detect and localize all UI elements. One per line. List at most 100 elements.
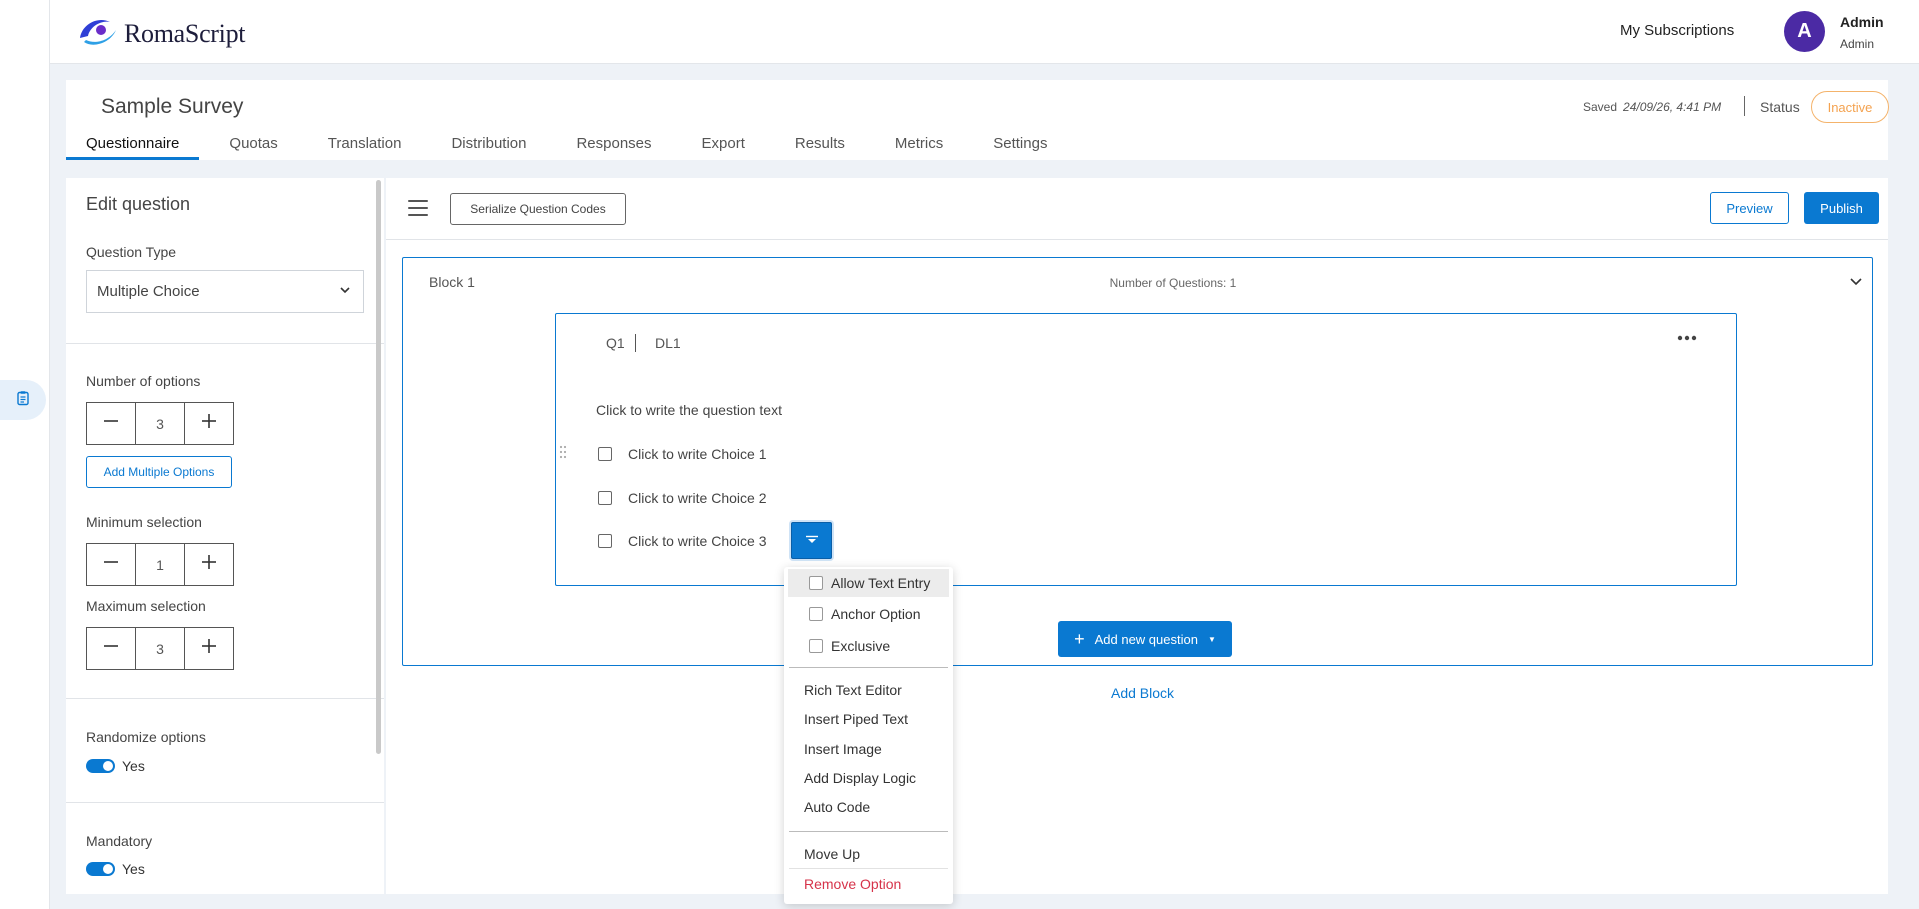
avatar[interactable]: A [1784, 11, 1825, 52]
plus-icon: + [1074, 629, 1085, 649]
menu-icon[interactable] [408, 200, 428, 218]
survey-tabs: Questionnaire Quotas Translation Distrib… [66, 130, 1077, 160]
choice-checkbox[interactable] [598, 491, 612, 505]
question-count: Number of Questions: 1 [1109, 276, 1237, 290]
insert-piped-text-item[interactable]: Insert Piped Text [804, 711, 908, 727]
menu-checkbox[interactable] [809, 607, 823, 621]
choice-checkbox[interactable] [598, 534, 612, 548]
plus-icon [200, 637, 218, 660]
add-display-logic-item[interactable]: Add Display Logic [804, 770, 916, 786]
anchor-option-option[interactable]: Anchor Option [788, 600, 949, 628]
plus-icon [200, 412, 218, 435]
choice-checkbox[interactable] [598, 447, 612, 461]
menu-divider [789, 667, 948, 668]
question-block: Block 1 Number of Questions: 1 Q1 DL1 Cl… [402, 257, 1873, 666]
min-selection-value[interactable]: 1 [135, 544, 185, 585]
choice-item: Click to write Choice 3 [598, 533, 767, 549]
question-type-label: Question Type [86, 244, 177, 260]
question-code[interactable]: Q1 [606, 335, 625, 351]
decrement-button[interactable] [87, 628, 135, 669]
survey-title: Sample Survey [101, 95, 244, 118]
divider [635, 334, 636, 352]
tab-questionnaire[interactable]: Questionnaire [66, 130, 200, 160]
serialize-question-codes-button[interactable]: Serialize Question Codes [450, 193, 626, 225]
saved-label: Saved [1583, 100, 1618, 114]
choice-text[interactable]: Click to write Choice 3 [628, 533, 767, 549]
auto-code-item[interactable]: Auto Code [804, 799, 870, 815]
choice-options-dropdown-button[interactable] [791, 522, 832, 559]
menu-checkbox[interactable] [809, 639, 823, 653]
mandatory-label: Mandatory [86, 833, 153, 849]
add-multiple-options-button[interactable]: Add Multiple Options [86, 456, 232, 488]
tab-metrics[interactable]: Metrics [875, 130, 963, 160]
menu-checkbox[interactable] [809, 576, 823, 590]
add-block-link[interactable]: Add Block [1111, 685, 1174, 701]
menu-check-label: Anchor Option [831, 606, 921, 622]
tab-translation[interactable]: Translation [308, 130, 422, 160]
max-selection-label: Maximum selection [86, 598, 206, 614]
min-selection-stepper: 1 [86, 543, 234, 586]
status-badge[interactable]: Inactive [1811, 91, 1889, 123]
chevron-down-icon[interactable] [1849, 274, 1863, 288]
minus-icon [102, 412, 120, 435]
rich-text-editor-item[interactable]: Rich Text Editor [804, 682, 902, 698]
allow-text-entry-option[interactable]: Allow Text Entry [788, 569, 949, 597]
question-card: Q1 DL1 Click to write the question text … [555, 313, 1737, 586]
tab-distribution[interactable]: Distribution [431, 130, 546, 160]
tab-settings[interactable]: Settings [973, 130, 1067, 160]
more-options-icon[interactable] [1676, 330, 1698, 341]
increment-button[interactable] [185, 628, 233, 669]
question-type-select[interactable]: Multiple Choice [86, 270, 364, 313]
question-text[interactable]: Click to write the question text [596, 402, 782, 418]
max-selection-value[interactable]: 3 [135, 628, 185, 669]
logo-icon [76, 14, 120, 53]
max-selection-stepper: 3 [86, 627, 234, 670]
drag-handle-icon[interactable] [558, 444, 568, 460]
num-options-value[interactable]: 3 [135, 403, 185, 444]
menu-divider [789, 831, 948, 832]
add-question-label: Add new question [1094, 631, 1198, 647]
brand-logo[interactable]: RomaScript [76, 14, 246, 53]
edit-panel-scrollbar[interactable] [376, 180, 381, 754]
divider [66, 698, 384, 699]
exclusive-option[interactable]: Exclusive [788, 632, 949, 660]
remove-option-item[interactable]: Remove Option [804, 876, 901, 892]
increment-button[interactable] [185, 403, 233, 444]
clipboard-icon [15, 390, 31, 411]
decrement-button[interactable] [87, 544, 135, 585]
survey-header: Sample Survey Saved 24/09/26, 4:41 PM Sta… [66, 80, 1889, 160]
tab-results[interactable]: Results [775, 130, 865, 160]
preview-button[interactable]: Preview [1710, 192, 1789, 224]
edit-question-panel: Edit question Question Type Multiple Cho… [66, 178, 384, 894]
choice-text[interactable]: Click to write Choice 2 [628, 490, 767, 506]
add-new-question-button[interactable]: + Add new question ▼ [1058, 621, 1232, 657]
increment-button[interactable] [185, 544, 233, 585]
question-type-value: Multiple Choice [97, 283, 200, 300]
top-bar: RomaScript My Subscriptions A Admin Admi… [50, 0, 1919, 64]
user-role: Admin [1840, 37, 1875, 51]
menu-check-label: Allow Text Entry [831, 575, 931, 591]
my-subscriptions-link[interactable]: My Subscriptions [1620, 22, 1734, 39]
rail-item-questionnaire[interactable] [0, 380, 46, 420]
divider [386, 239, 1888, 240]
randomize-toggle[interactable] [86, 759, 115, 773]
tab-responses[interactable]: Responses [556, 130, 671, 160]
caret-down-icon: ▼ [1207, 634, 1216, 644]
tab-quotas[interactable]: Quotas [209, 130, 297, 160]
move-up-item[interactable]: Move Up [804, 846, 860, 862]
num-options-label: Number of options [86, 373, 201, 389]
decrement-button[interactable] [87, 403, 135, 444]
block-name[interactable]: Block 1 [429, 274, 475, 290]
choice-text[interactable]: Click to write Choice 1 [628, 446, 767, 462]
publish-button[interactable]: Publish [1804, 192, 1879, 224]
minus-icon [102, 553, 120, 576]
min-selection-label: Minimum selection [86, 514, 202, 530]
choice-item: Click to write Choice 1 [598, 446, 767, 462]
status-label: Status [1760, 99, 1800, 115]
tab-export[interactable]: Export [682, 130, 765, 160]
chevron-down-icon [339, 283, 351, 300]
question-dl[interactable]: DL1 [655, 335, 681, 351]
insert-image-item[interactable]: Insert Image [804, 741, 882, 757]
mandatory-value: Yes [122, 861, 145, 877]
mandatory-toggle[interactable] [86, 862, 115, 876]
